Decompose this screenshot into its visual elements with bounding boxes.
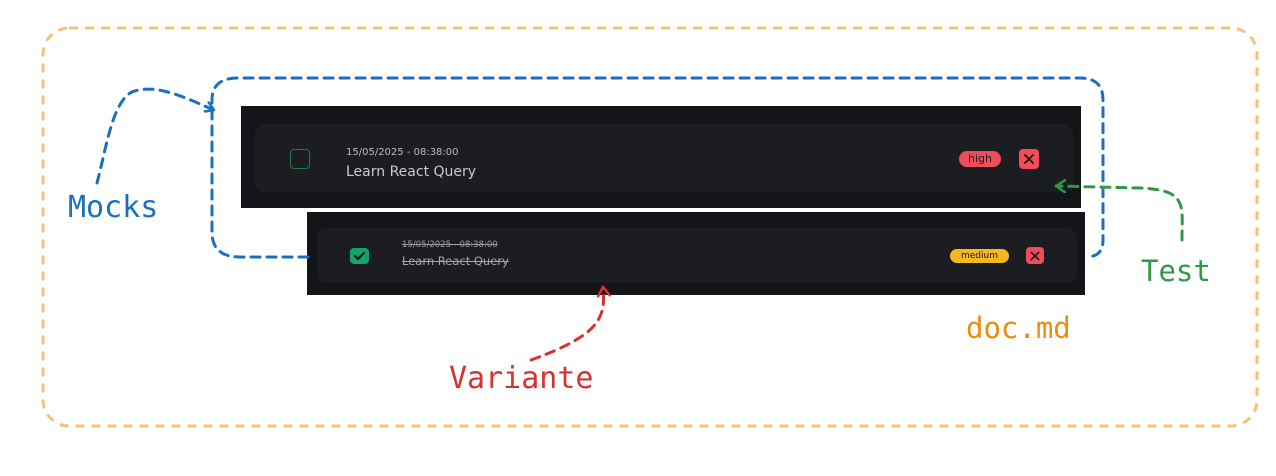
todo-item: 15/05/2025 - 08:38:00 Learn React Query … [255, 124, 1073, 192]
priority-badge: medium [950, 249, 1009, 263]
todo-title: Learn React Query [346, 164, 477, 180]
todo-date: 15/05/2025 - 08:38:00 [346, 147, 459, 158]
check-icon [353, 251, 366, 261]
close-icon [1030, 251, 1040, 260]
close-icon [1024, 154, 1034, 164]
todo-date: 15/05/2025 - 08:38:00 [402, 240, 498, 250]
todo-title: Learn React Query [402, 254, 509, 268]
checkbox-empty-icon[interactable] [290, 149, 310, 169]
todo-card-completed: 15/05/2025 - 08:38:00 Learn React Query … [307, 212, 1085, 295]
priority-badge: high [959, 151, 1001, 167]
todo-card-open: 15/05/2025 - 08:38:00 Learn React Query … [241, 106, 1081, 208]
delete-button[interactable] [1026, 247, 1044, 264]
checkbox-checked[interactable] [350, 248, 369, 264]
doc-label: doc.md [966, 311, 1071, 345]
todo-item: 15/05/2025 - 08:38:00 Learn React Query … [317, 228, 1077, 283]
mocks-label: Mocks [68, 190, 159, 225]
delete-button[interactable] [1019, 149, 1039, 169]
variante-label: Variante [449, 361, 594, 396]
test-label: Test [1141, 254, 1211, 288]
